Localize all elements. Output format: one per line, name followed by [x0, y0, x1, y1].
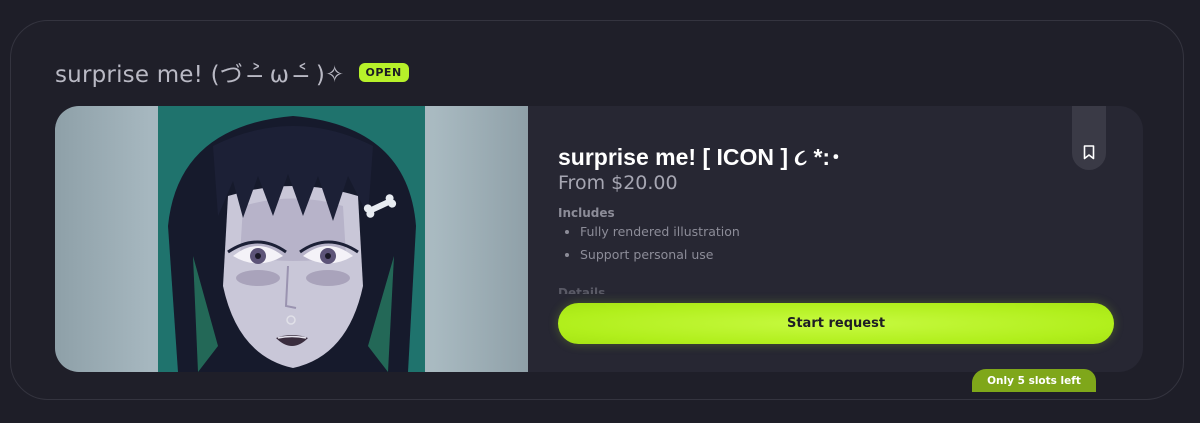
includes-heading: Includes — [558, 206, 615, 220]
listing-card[interactable]: surprise me! [ ICON ] ૮ *:･ From $20.00 … — [55, 106, 1143, 372]
includes-item: Support personal use — [580, 247, 740, 262]
listing-title: surprise me! [ ICON ] ૮ *:･ — [558, 144, 842, 170]
bookmark-button[interactable] — [1072, 106, 1106, 170]
page-title: surprise me! (づ ˃̶ ω ˂̶ )✧ — [55, 62, 345, 88]
listing-price: From $20.00 — [558, 172, 678, 194]
commission-section: surprise me! (づ ˃̶ ω ˂̶ )✧ OPEN surprise… — [10, 20, 1184, 400]
status-badge: OPEN — [358, 62, 409, 82]
details-heading: Details — [558, 286, 606, 294]
artwork-illustration — [158, 106, 425, 372]
includes-item: Fully rendered illustration — [580, 224, 740, 239]
listing-image[interactable] — [55, 106, 528, 372]
slots-left-badge: Only 5 slots left — [972, 369, 1096, 392]
section-header: surprise me! (づ ˃̶ ω ˂̶ )✧ OPEN — [55, 55, 409, 89]
listing-info: surprise me! [ ICON ] ૮ *:･ From $20.00 … — [528, 106, 1143, 372]
includes-list: Fully rendered illustration Support pers… — [558, 224, 740, 270]
start-request-button[interactable]: Start request — [558, 303, 1114, 344]
bookmark-icon — [1083, 145, 1095, 160]
